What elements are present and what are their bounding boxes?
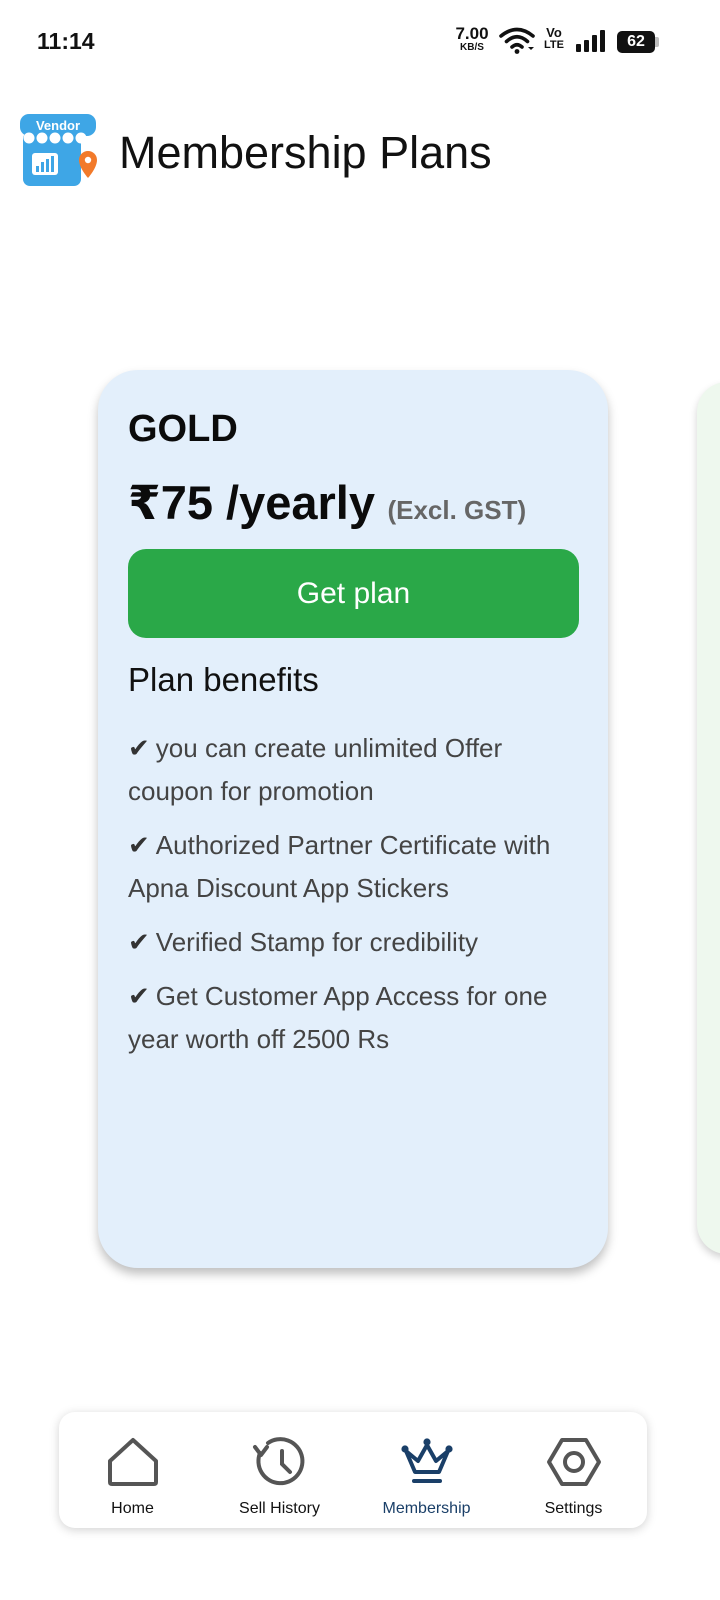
next-plan-card[interactable] [697, 382, 720, 1254]
battery-cap [655, 37, 659, 47]
check-icon: ✔ [128, 733, 150, 763]
nav-label-sell-history: Sell History [239, 1500, 320, 1517]
wifi-icon [499, 27, 535, 54]
plan-card-gold: GOLD ₹75 /yearly (Excl. GST) Get plan Pl… [98, 370, 608, 1268]
nav-item-sell-history[interactable]: Sell History [206, 1412, 353, 1528]
plan-name: GOLD [128, 408, 238, 450]
plan-price-row: ₹75 /yearly (Excl. GST) [128, 475, 526, 531]
page-title: Membership Plans [119, 127, 492, 178]
status-bar: 11:14 7.00 KB/S Vo LTE 62 [0, 0, 720, 84]
network-speed-value: 7.00 [455, 24, 489, 43]
check-icon: ✔ [128, 830, 150, 860]
crown-icon [400, 1438, 453, 1483]
plan-price: ₹75 /yearly [128, 476, 376, 529]
benefit-item: ✔ you can create unlimited Offer coupon f… [128, 727, 588, 813]
nav-label-home: Home [111, 1500, 154, 1517]
network-speed: 7.00 KB/S [451, 25, 493, 53]
battery-icon: 62 [617, 31, 659, 53]
nav-label-membership: Membership [382, 1500, 471, 1517]
get-plan-button[interactable]: Get plan [128, 549, 579, 638]
benefit-item: ✔ Get Customer App Access for one year wo… [128, 975, 588, 1061]
plan-tax-note: (Excl. GST) [387, 495, 527, 525]
volte-top-label: Vo [546, 25, 562, 40]
vendor-logo-text: Vendor [36, 118, 80, 133]
volte-icon: Vo LTE [542, 26, 566, 51]
volte-bottom-label: LTE [544, 39, 564, 51]
benefits-title: Plan benefits [128, 661, 319, 698]
benefit-text: Authorized Partner Certificate with Apna… [128, 830, 551, 903]
nav-item-membership[interactable]: Membership [353, 1412, 500, 1528]
benefit-item: ✔ Verified Stamp for credibility [128, 921, 588, 964]
benefits-list: ✔ you can create unlimited Offer coupon f… [128, 727, 588, 1072]
svg-text:Vendor: Vendor [36, 118, 80, 133]
settings-icon [546, 1438, 601, 1486]
benefit-text: Get Customer App Access for one year wor… [128, 981, 548, 1054]
status-time: 11:14 [37, 28, 95, 54]
nav-item-settings[interactable]: Settings [500, 1412, 647, 1528]
check-icon: ✔ [128, 981, 150, 1011]
benefit-item: ✔ Authorized Partner Certificate with Apn… [128, 824, 588, 910]
home-icon [107, 1438, 158, 1486]
battery-level: 62 [617, 31, 655, 53]
check-icon: ✔ [128, 927, 150, 957]
benefit-text: you can create unlimited Offer coupon fo… [128, 733, 503, 806]
history-icon [252, 1437, 304, 1486]
nav-item-home[interactable]: Home [59, 1412, 206, 1528]
nav-label-settings: Settings [544, 1500, 603, 1517]
vendor-logo-icon: Vendor [20, 114, 97, 186]
network-speed-unit: KB/S [460, 42, 484, 53]
bottom-nav: Home Sell History Membership Settings [59, 1412, 647, 1528]
signal-icon [576, 30, 605, 52]
benefit-text: Verified Stamp for credibility [155, 927, 479, 957]
